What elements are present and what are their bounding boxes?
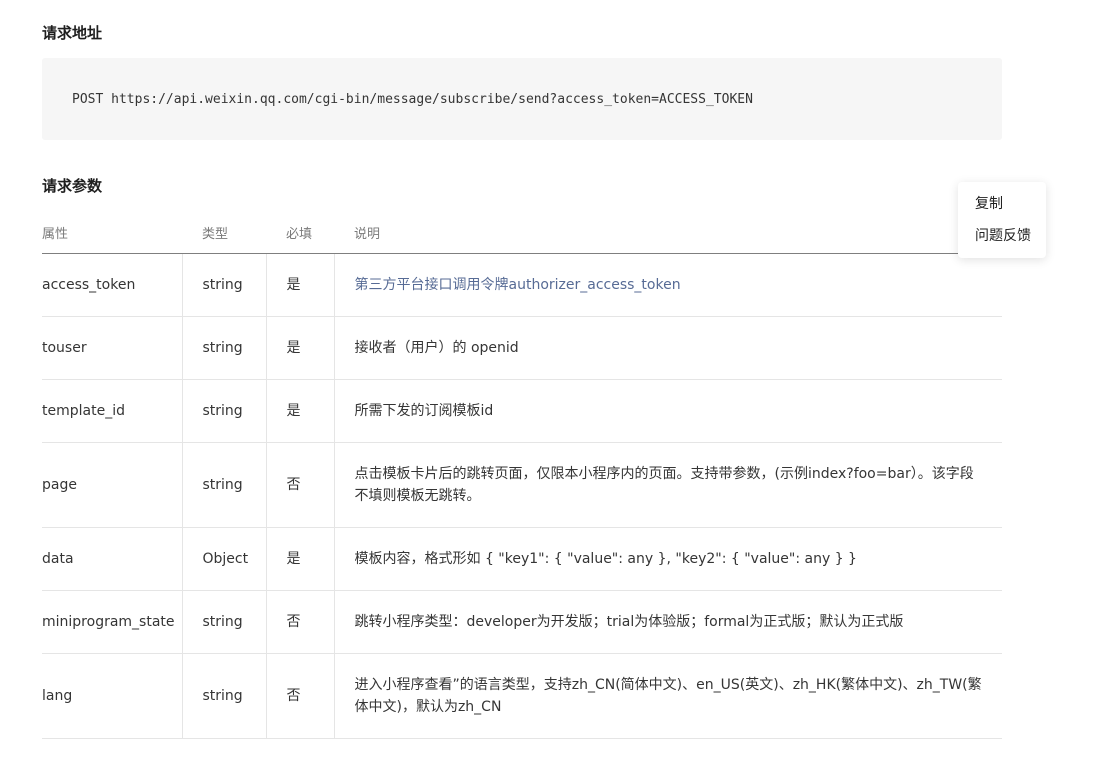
table-row: page string 否 点击模板卡片后的跳转页面，仅限本小程序内的页面。支持… xyxy=(42,442,1002,528)
header-required: 必填 xyxy=(266,211,334,254)
param-name: touser xyxy=(42,316,182,380)
table-row: lang string 否 进入小程序查看”的语言类型，支持zh_CN(简体中文… xyxy=(42,653,1002,739)
param-required: 是 xyxy=(265,316,334,380)
request-url-heading: 请求地址 xyxy=(42,24,103,42)
param-desc: 跳转小程序类型：developer为开发版；trial为体验版；formal为正… xyxy=(333,590,1002,654)
param-desc: 进入小程序查看”的语言类型，支持zh_CN(简体中文)、en_US(英文)、zh… xyxy=(333,653,1002,739)
param-required: 是 xyxy=(265,253,334,317)
param-desc: 第三方平台接口调用令牌authorizer_access_token xyxy=(333,253,1002,317)
param-type: string xyxy=(181,653,266,739)
param-name: miniprogram_state xyxy=(42,590,182,654)
param-name: page xyxy=(42,442,182,528)
param-required: 是 xyxy=(265,527,334,591)
request-url-code: POST https://api.weixin.qq.com/cgi-bin/m… xyxy=(72,91,753,107)
doc-page: 请求地址 POST https://api.weixin.qq.com/cgi-… xyxy=(0,0,1115,775)
param-type: string xyxy=(181,442,266,528)
param-desc: 模板内容，格式形如 { "key1": { "value": any }, "k… xyxy=(333,527,1002,591)
param-desc: 点击模板卡片后的跳转页面，仅限本小程序内的页面。支持带参数，(示例index?f… xyxy=(333,442,1002,528)
param-desc: 接收者（用户）的 openid xyxy=(333,316,1002,380)
params-table: 属性 类型 必填 说明 access_token string 是 第三方平台接… xyxy=(42,211,1002,739)
param-required: 否 xyxy=(265,590,334,654)
context-menu: 复制 问题反馈 xyxy=(958,182,1046,258)
param-type: string xyxy=(181,590,266,654)
header-type: 类型 xyxy=(182,211,266,254)
param-name: template_id xyxy=(42,379,182,443)
param-required: 是 xyxy=(265,379,334,443)
param-desc-link[interactable]: 第三方平台接口调用令牌authorizer_access_token xyxy=(355,277,681,293)
table-header-row: 属性 类型 必填 说明 xyxy=(42,211,1002,254)
copy-menu-item[interactable]: 复制 xyxy=(958,188,1046,220)
request-params-heading: 请求参数 xyxy=(42,177,103,195)
param-required: 否 xyxy=(265,442,334,528)
param-desc: 所需下发的订阅模板id xyxy=(333,379,1002,443)
request-url-code-block[interactable]: POST https://api.weixin.qq.com/cgi-bin/m… xyxy=(42,58,1002,140)
param-name: lang xyxy=(42,653,182,739)
param-required: 否 xyxy=(265,653,334,739)
header-name: 属性 xyxy=(42,211,182,254)
header-desc: 说明 xyxy=(334,211,1002,254)
param-type: string xyxy=(181,316,266,380)
param-name: access_token xyxy=(42,253,182,317)
table-row: touser string 是 接收者（用户）的 openid xyxy=(42,316,1002,380)
table-row: data Object 是 模板内容，格式形如 { "key1": { "val… xyxy=(42,527,1002,591)
param-name: data xyxy=(42,527,182,591)
param-type: Object xyxy=(181,527,266,591)
table-row: template_id string 是 所需下发的订阅模板id xyxy=(42,379,1002,443)
feedback-menu-item[interactable]: 问题反馈 xyxy=(958,220,1046,252)
table-row: miniprogram_state string 否 跳转小程序类型：devel… xyxy=(42,590,1002,654)
param-type: string xyxy=(181,379,266,443)
table-row: access_token string 是 第三方平台接口调用令牌authori… xyxy=(42,253,1002,317)
param-type: string xyxy=(181,253,266,317)
